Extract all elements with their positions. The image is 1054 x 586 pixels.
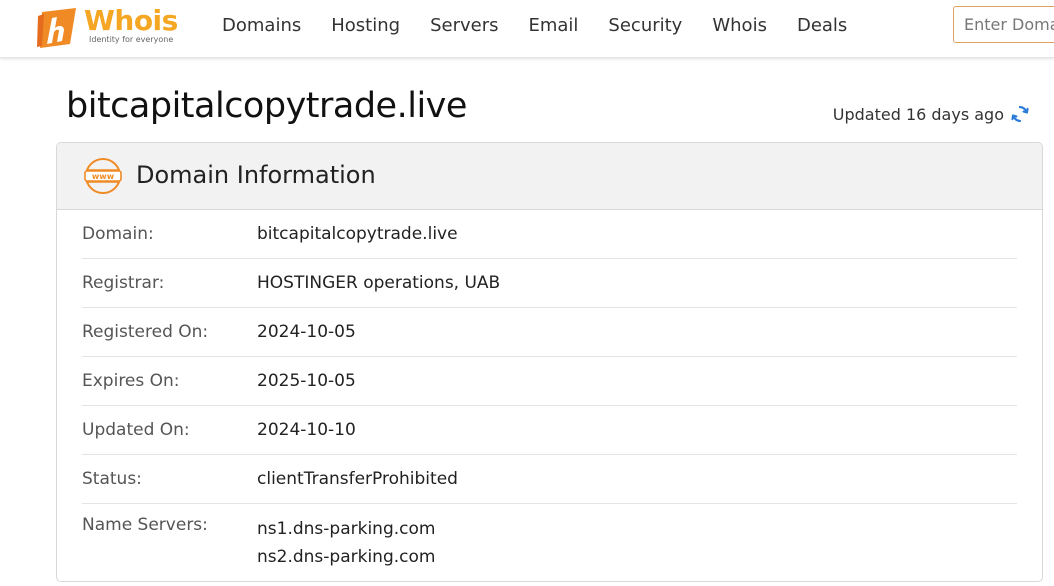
name-server: ns2.dns-parking.com [257,547,436,567]
row-value: clientTransferProhibited [257,469,458,489]
main-nav: Domains Hosting Servers Email Security W… [222,0,847,50]
row-label: Domain: [82,224,154,244]
site-logo[interactable]: Whois Identity for everyone [36,4,196,50]
row-value: 2024-10-05 [257,322,356,342]
nav-servers[interactable]: Servers [430,15,498,36]
logo-mark-icon [37,8,76,48]
row-expires-on: Expires On: 2025-10-05 [82,357,1017,406]
row-label: Expires On: [82,371,180,391]
refresh-icon[interactable] [1010,104,1030,124]
row-value: 2025-10-05 [257,371,356,391]
nav-security[interactable]: Security [608,15,682,36]
logo-brand: Whois [84,4,178,37]
nav-domains[interactable]: Domains [222,15,301,36]
page-title: bitcapitalcopytrade.live [66,86,467,126]
nav-whois[interactable]: Whois [712,15,767,36]
card-title: Domain Information [136,161,376,189]
row-label: Name Servers: [82,515,208,535]
row-registrar: Registrar: HOSTINGER operations, UAB [82,259,1017,308]
row-status: Status: clientTransferProhibited [82,455,1017,504]
row-label: Registrar: [82,273,165,293]
name-server: ns1.dns-parking.com [257,519,436,539]
www-icon: www [84,157,122,199]
row-value: bitcapitalcopytrade.live [257,224,458,244]
last-updated-text: Updated 16 days ago [832,104,1004,124]
domain-information-card: www Domain Information Domain: bitcapita… [56,142,1043,582]
row-label: Registered On: [82,322,209,342]
name-server-list: ns1.dns-parking.com ns2.dns-parking.com [257,515,435,571]
domain-search-input[interactable] [953,6,1054,43]
row-updated-on: Updated On: 2024-10-10 [82,406,1017,455]
row-value: 2024-10-10 [257,420,356,440]
row-name-servers: Name Servers: ns1.dns-parking.com ns2.dn… [82,504,1017,571]
domain-info-table: Domain: bitcapitalcopytrade.live Registr… [57,210,1042,571]
logo-tagline: Identity for everyone [89,35,174,44]
last-updated: Updated 16 days ago [833,104,1030,124]
row-value: HOSTINGER operations, UAB [257,273,501,293]
nav-email[interactable]: Email [528,15,578,36]
nav-deals[interactable]: Deals [797,15,847,36]
svg-text:www: www [92,172,115,181]
row-registered-on: Registered On: 2024-10-05 [82,308,1017,357]
top-navbar: Whois Identity for everyone Domains Host… [0,0,1054,58]
row-domain: Domain: bitcapitalcopytrade.live [82,210,1017,259]
nav-hosting[interactable]: Hosting [331,15,400,36]
row-label: Updated On: [82,420,190,440]
card-header: www Domain Information [57,143,1042,210]
row-label: Status: [82,469,142,489]
